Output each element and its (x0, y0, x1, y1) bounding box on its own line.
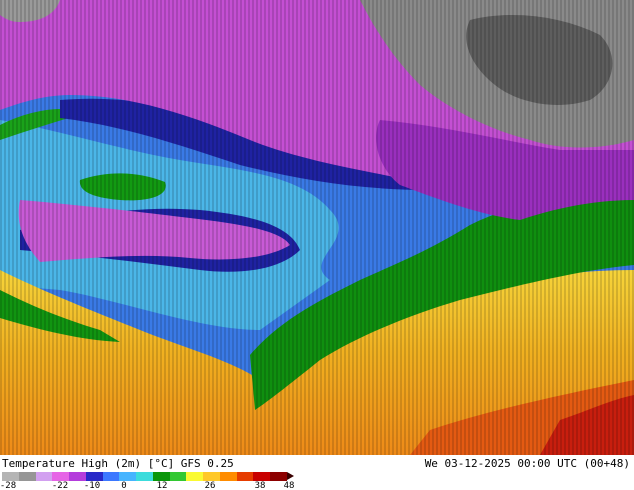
colorbar-tick-label: 38 (254, 481, 266, 490)
colorbar-segment (35, 472, 53, 481)
colorbar-segment (270, 472, 288, 481)
colorbar-segment (102, 472, 120, 481)
colorbar-segment (85, 472, 103, 481)
colorbar-tick-label: -22 (51, 481, 69, 490)
colorbar-tick-label: 0 (121, 481, 127, 490)
colorbar-segment (219, 472, 237, 481)
colorbar-tick-label: 48 (283, 481, 295, 490)
colorbar-tick-label: 26 (204, 481, 216, 490)
colorbar-segment (119, 472, 137, 481)
colorbar-tick-label: -10 (83, 481, 101, 490)
map-footer: Temperature High (2m) [°C] GFS 0.25 We 0… (0, 455, 634, 490)
colorbar-segment (2, 472, 19, 481)
colorbar-segment (52, 472, 70, 481)
colorbar-tick-label: -28 (0, 481, 17, 490)
colorbar (2, 472, 295, 481)
colorbar-segment (186, 472, 204, 481)
colorbar-segment (253, 472, 271, 481)
valid-time: We 03-12-2025 00:00 UTC (00+48) (424, 457, 630, 470)
colorbar-segment (136, 472, 153, 481)
weather-map-app: Temperature High (2m) [°C] GFS 0.25 We 0… (0, 0, 634, 490)
colorbar-segment (169, 472, 187, 481)
colorbar-segment (203, 472, 220, 481)
colorbar-segment (18, 472, 36, 481)
map-title: Temperature High (2m) [°C] GFS 0.25 (2, 457, 234, 470)
colorbar-segment (152, 472, 170, 481)
colorbar-arrow-icon (287, 472, 295, 480)
value-grid-overlay (0, 0, 634, 455)
temperature-map (0, 0, 634, 455)
colorbar-segment (236, 472, 254, 481)
colorbar-segment (69, 472, 86, 481)
colorbar-tick-label: 12 (156, 481, 168, 490)
